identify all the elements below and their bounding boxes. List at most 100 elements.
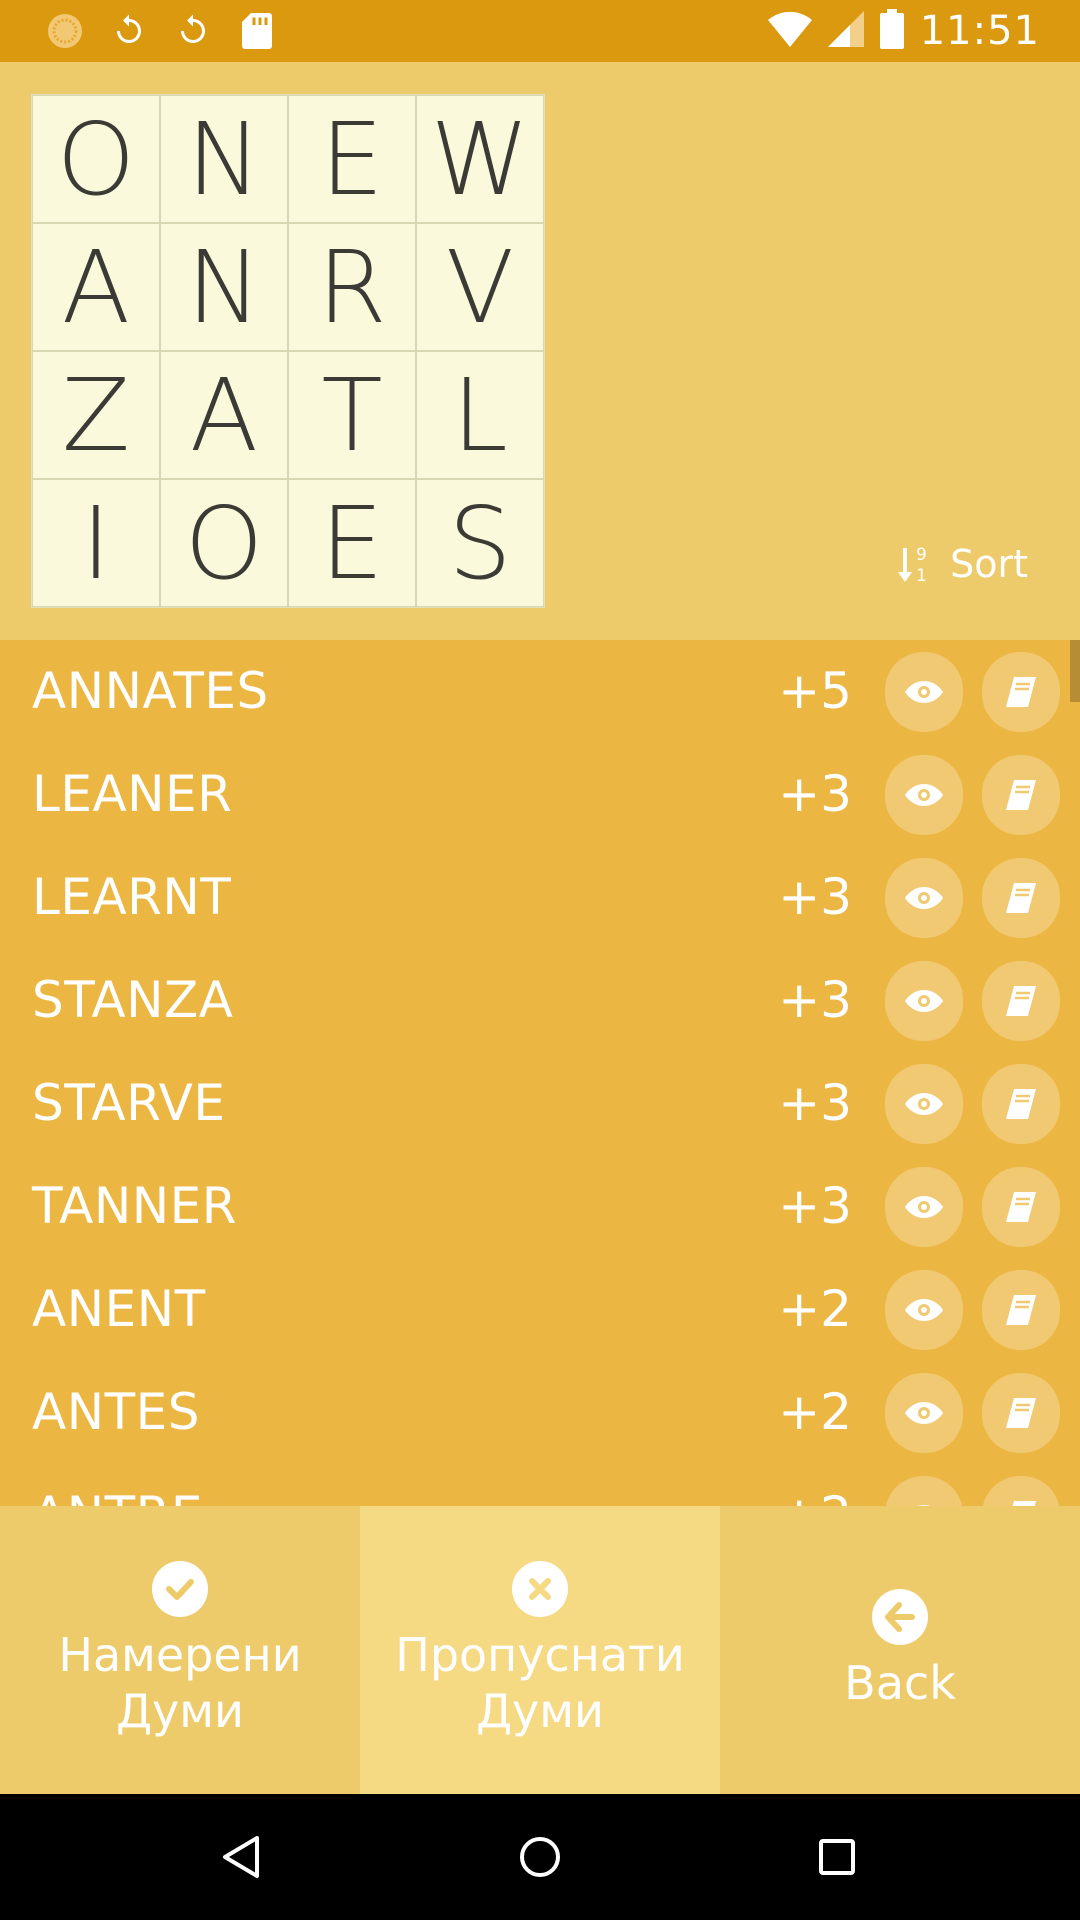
board-tile: O	[160, 479, 288, 607]
book-icon	[1006, 1398, 1036, 1428]
tab-back[interactable]: Back	[720, 1506, 1080, 1794]
book-icon	[1006, 1192, 1036, 1222]
board-tile: L	[416, 351, 544, 479]
word-points: +2	[778, 1486, 852, 1506]
reveal-word-button[interactable]	[885, 1167, 963, 1247]
svg-text:1: 1	[916, 566, 927, 584]
eye-icon	[905, 990, 943, 1012]
word-text: ANENT	[32, 1280, 206, 1338]
word-points: +2	[778, 1383, 852, 1441]
word-text: ANNATES	[32, 662, 269, 720]
tab-label: Пропуснати Думи	[395, 1628, 685, 1738]
word-text: ANTRE	[32, 1486, 203, 1506]
word-text: STARVE	[32, 1074, 226, 1132]
board-tile: N	[160, 95, 288, 223]
board-tile: N	[160, 223, 288, 351]
nav-recents-button[interactable]	[804, 1824, 870, 1890]
board-tile: T	[288, 351, 416, 479]
dictionary-button[interactable]	[982, 755, 1060, 835]
nav-home-button[interactable]	[507, 1824, 573, 1890]
board-tile: S	[416, 479, 544, 607]
eye-icon	[905, 1402, 943, 1424]
svg-text:9: 9	[916, 545, 927, 565]
book-icon	[1012, 1501, 1036, 1506]
signal-icon	[827, 10, 864, 52]
word-points: +5	[778, 662, 852, 720]
board-tile: A	[160, 351, 288, 479]
sort-button[interactable]: 9 1 Sort	[898, 542, 1028, 586]
triangle-back-icon	[223, 1836, 259, 1878]
reveal-word-button[interactable]	[885, 858, 963, 938]
word-points: +3	[778, 1074, 852, 1132]
book-icon	[1006, 986, 1036, 1016]
tab-missed-words[interactable]: Пропуснати Думи	[360, 1506, 720, 1794]
book-icon	[1006, 780, 1036, 810]
status-bar: 11:51	[0, 0, 1080, 62]
word-text: LEARNT	[32, 868, 232, 926]
book-icon	[1006, 677, 1036, 707]
dictionary-button[interactable]	[982, 652, 1060, 732]
dictionary-button[interactable]	[982, 858, 1060, 938]
sun-icon	[44, 10, 86, 52]
dictionary-button[interactable]	[982, 961, 1060, 1041]
board-tile: R	[288, 223, 416, 351]
word-points: +3	[778, 765, 852, 823]
reveal-word-button[interactable]	[885, 1476, 963, 1506]
word-text: LEANER	[32, 765, 233, 823]
square-recents-icon	[819, 1839, 855, 1875]
word-text: ANTES	[32, 1383, 200, 1441]
list-item: LEANER +3	[0, 743, 1080, 846]
board-panel: O N E W A N R V Z A T L I O E S 9 1 Sort	[0, 62, 1080, 640]
reveal-word-button[interactable]	[885, 1373, 963, 1453]
dictionary-button[interactable]	[982, 1373, 1060, 1453]
dictionary-button[interactable]	[982, 1476, 1060, 1506]
word-points: +3	[778, 868, 852, 926]
tab-found-words[interactable]: Намерени Думи	[0, 1506, 360, 1794]
battery-icon	[879, 8, 904, 54]
sd-card-icon	[236, 10, 278, 52]
eye-icon	[905, 1093, 943, 1115]
board-tile: W	[416, 95, 544, 223]
word-points: +2	[778, 1280, 852, 1338]
eye-icon	[905, 681, 943, 703]
tab-label: Back	[844, 1656, 956, 1710]
board-tile: Z	[32, 351, 160, 479]
board-tile: A	[32, 223, 160, 351]
word-points: +3	[778, 1177, 852, 1235]
clock: 11:51	[919, 8, 1040, 54]
list-item: TANNER +3	[0, 1155, 1080, 1258]
reveal-word-button[interactable]	[885, 961, 963, 1041]
eye-icon	[905, 1299, 943, 1321]
board-tile: I	[32, 479, 160, 607]
scrollbar[interactable]	[1070, 640, 1080, 702]
board-tile: O	[32, 95, 160, 223]
sync-icon	[172, 10, 214, 52]
x-circle-icon	[512, 1561, 568, 1617]
sort-numeric-icon: 9 1	[898, 544, 934, 586]
list-item: STARVE +3	[0, 1052, 1080, 1155]
book-icon	[1006, 883, 1036, 913]
reveal-word-button[interactable]	[885, 1270, 963, 1350]
dictionary-button[interactable]	[982, 1270, 1060, 1350]
eye-icon	[905, 784, 943, 806]
reveal-word-button[interactable]	[885, 652, 963, 732]
list-item: ANNATES +5	[0, 640, 1080, 743]
missed-words-list[interactable]: ANNATES +5 LEANER +3 LEARNT +3 STANZA +3	[0, 640, 1080, 1506]
reveal-word-button[interactable]	[885, 755, 963, 835]
nav-back-button[interactable]	[208, 1824, 274, 1890]
eye-icon	[905, 1196, 943, 1218]
wifi-icon	[767, 11, 812, 52]
dictionary-button[interactable]	[982, 1064, 1060, 1144]
list-item: ANENT +2	[0, 1258, 1080, 1361]
sort-label: Sort	[950, 542, 1028, 586]
list-item: LEARNT +3	[0, 846, 1080, 949]
reveal-word-button[interactable]	[885, 1064, 963, 1144]
dictionary-button[interactable]	[982, 1167, 1060, 1247]
list-item: STANZA +3	[0, 949, 1080, 1052]
book-icon	[1006, 1089, 1036, 1119]
board-tile: E	[288, 95, 416, 223]
circle-home-icon	[520, 1837, 560, 1877]
system-nav-bar	[0, 1794, 1080, 1920]
letter-board: O N E W A N R V Z A T L I O E S	[31, 94, 545, 608]
word-points: +3	[778, 971, 852, 1029]
